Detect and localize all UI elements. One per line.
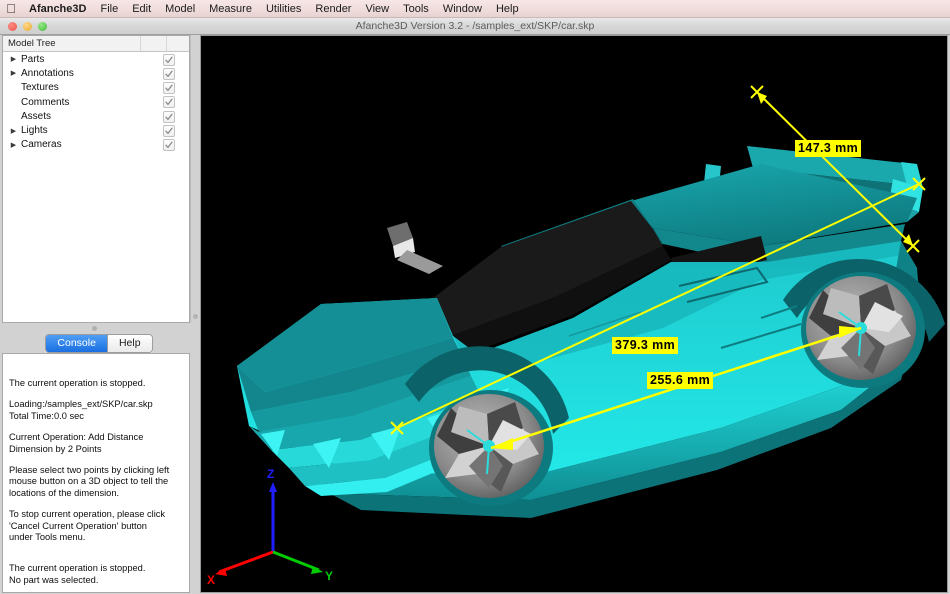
menu-item-measure[interactable]: Measure: [202, 0, 259, 18]
3d-model-render[interactable]: Z X Y: [201, 36, 947, 592]
console-output[interactable]: The current operation is stopped. Loadin…: [2, 353, 190, 593]
console-line: 'Cancel Current Operation' button: [9, 520, 147, 531]
chevron-right-icon[interactable]: ▶: [3, 69, 20, 77]
console-line: Total Time:0.0 sec: [9, 410, 84, 421]
model-tree-panel[interactable]: Model Tree ▶ Parts ▶ Annotations Texture…: [2, 35, 190, 323]
chevron-right-icon[interactable]: ▶: [3, 55, 20, 63]
tree-item-checkbox[interactable]: [163, 96, 175, 109]
menu-bar:  Afanche3D File Edit Model Measure Util…: [0, 0, 950, 18]
svg-text:Z: Z: [267, 467, 274, 481]
tree-item-checkbox[interactable]: [163, 139, 175, 152]
tree-item-label: Assets: [21, 110, 52, 122]
console-line: Current Operation: Add Distance: [9, 432, 144, 443]
console-line: under Tools menu.: [9, 532, 86, 543]
main-window: Afanche3D Version 3.2 - /samples_ext/SKP…: [0, 18, 950, 594]
dimension-label-wheelbase[interactable]: 255.6 mm: [647, 372, 714, 389]
tree-item-label: Lights: [21, 125, 48, 137]
dimension-label-spoiler[interactable]: 147.3 mm: [795, 140, 862, 157]
tree-item-label: Annotations: [21, 67, 74, 79]
model-tree-header-label: Model Tree: [3, 36, 141, 51]
dimension-label-length[interactable]: 379.3 mm: [612, 337, 679, 354]
tree-scrollbar[interactable]: [190, 35, 198, 323]
svg-text:X: X: [207, 573, 215, 587]
svg-text:Y: Y: [325, 569, 333, 583]
model-tree-header-col2: [141, 36, 167, 51]
menu-item-help[interactable]: Help: [489, 0, 526, 18]
bottom-panel-tabs: Console Help: [0, 334, 198, 354]
menu-item-afanche3d[interactable]: Afanche3D: [22, 0, 93, 18]
tree-item-label: Cameras: [21, 139, 62, 151]
scrollbar-nub[interactable]: [192, 314, 198, 319]
menu-item-file[interactable]: File: [93, 0, 125, 18]
tree-item-checkbox[interactable]: [163, 124, 175, 137]
splitter-handle[interactable]: [92, 326, 97, 331]
menu-item-view[interactable]: View: [358, 0, 396, 18]
console-line: To stop current operation, please click: [9, 509, 166, 520]
tree-item-checkbox[interactable]: [163, 110, 175, 123]
console-line: No part was selected.: [9, 574, 99, 585]
left-panel: Model Tree ▶ Parts ▶ Annotations Texture…: [0, 35, 198, 594]
tree-item-checkbox[interactable]: [163, 67, 175, 80]
tree-item-cameras[interactable]: ▶ Cameras: [3, 138, 189, 152]
tab-console[interactable]: Console: [46, 335, 108, 352]
tree-item-lights[interactable]: ▶ Lights: [3, 123, 189, 137]
console-line: locations of the dimension.: [9, 487, 120, 498]
tree-item-assets[interactable]: ▶ Assets: [3, 109, 189, 123]
console-line: Dimension by 2 Points: [9, 443, 102, 454]
chevron-right-icon[interactable]: ▶: [3, 141, 20, 149]
menu-item-render[interactable]: Render: [308, 0, 358, 18]
application-window:  Afanche3D File Edit Model Measure Util…: [0, 0, 950, 594]
console-line: The current operation is stopped.: [9, 563, 146, 574]
menu-item-utilities[interactable]: Utilities: [259, 0, 308, 18]
tree-spacer: ▶: [3, 112, 20, 120]
console-line: The current operation is stopped.: [9, 378, 146, 388]
tree-item-label: Comments: [21, 96, 70, 108]
tree-spacer: ▶: [3, 98, 20, 106]
apple-logo-icon[interactable]: : [0, 2, 22, 16]
menu-item-tools[interactable]: Tools: [396, 0, 436, 18]
tree-item-label: Parts: [21, 53, 45, 65]
tree-spacer: ▶: [3, 84, 20, 92]
tree-item-textures[interactable]: ▶ Textures: [3, 81, 189, 95]
tree-item-label: Textures: [21, 82, 59, 94]
menu-item-edit[interactable]: Edit: [125, 0, 158, 18]
chevron-right-icon[interactable]: ▶: [3, 127, 20, 135]
menu-item-model[interactable]: Model: [158, 0, 202, 18]
tree-item-annotations[interactable]: ▶ Annotations: [3, 66, 189, 80]
tree-item-checkbox[interactable]: [163, 53, 175, 66]
model-tree-header: Model Tree: [3, 36, 189, 52]
window-titlebar[interactable]: Afanche3D Version 3.2 - /samples_ext/SKP…: [0, 18, 950, 35]
3d-viewport[interactable]: Z X Y 147.3 mm 379.3 mm 255.6 mm: [200, 35, 948, 593]
tab-help[interactable]: Help: [107, 335, 152, 352]
menu-item-window[interactable]: Window: [436, 0, 489, 18]
console-line: mouse button on a 3D object to tell the: [9, 476, 169, 487]
tree-item-checkbox[interactable]: [163, 82, 175, 95]
model-tree-header-col3: [167, 36, 189, 51]
window-title: Afanche3D Version 3.2 - /samples_ext/SKP…: [355, 20, 595, 32]
tree-item-comments[interactable]: ▶ Comments: [3, 95, 189, 109]
console-line: Please select two points by clicking lef…: [9, 465, 170, 476]
tree-item-parts[interactable]: ▶ Parts: [3, 52, 189, 66]
console-line: Loading:/samples_ext/SKP/car.skp: [9, 399, 153, 410]
